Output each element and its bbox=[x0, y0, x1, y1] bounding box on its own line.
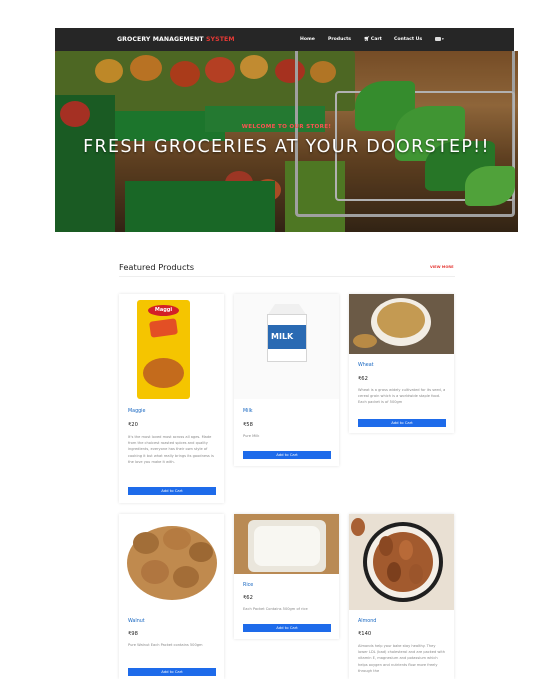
product-name[interactable]: Almond bbox=[358, 619, 376, 624]
brand-logo[interactable]: GROCERY MANAGEMENT SYSTEM bbox=[117, 28, 235, 51]
product-price: ₹62 bbox=[358, 376, 368, 382]
chevron-down-icon: ▾ bbox=[442, 37, 444, 41]
hero-banner: WELCOME TO OUR STORE! FRESH GROCERIES AT… bbox=[55, 51, 518, 232]
view-more-link[interactable]: VIEW MORE bbox=[430, 265, 454, 269]
navbar: GROCERY MANAGEMENT SYSTEM Home Products … bbox=[55, 28, 514, 51]
user-menu-dropdown[interactable]: ▾ bbox=[435, 28, 444, 51]
product-card-maggie: Maggi Maggie ₹20 It's the most loved mos… bbox=[119, 294, 224, 503]
product-card-milk: MILK Milk ₹58 Pure Milk Add to Cart bbox=[234, 294, 339, 466]
product-description: Wheat is a grass widely cultivated for i… bbox=[358, 388, 446, 405]
shopping-cart-icon: 🛒︎ bbox=[364, 37, 370, 42]
featured-products-heading: Featured Products bbox=[119, 262, 195, 272]
product-price: ₹62 bbox=[243, 595, 253, 601]
hero-title: FRESH GROCERIES AT YOUR DOORSTEP!! bbox=[83, 137, 490, 157]
add-to-cart-button[interactable]: Add to Cart bbox=[358, 419, 446, 427]
product-image-wheat bbox=[349, 294, 454, 354]
product-image-milk: MILK bbox=[234, 294, 339, 399]
product-name[interactable]: Milk bbox=[243, 409, 253, 414]
product-price: ₹98 bbox=[128, 631, 138, 637]
divider bbox=[119, 276, 455, 277]
user-card-icon bbox=[435, 36, 441, 41]
product-price: ₹20 bbox=[128, 422, 138, 428]
product-description: Pure Milk bbox=[243, 434, 260, 438]
product-name[interactable]: Rice bbox=[243, 583, 253, 588]
nav-cart-label: Cart bbox=[370, 37, 382, 42]
brand-accent-text: SYSTEM bbox=[206, 36, 235, 43]
nav-link-contact[interactable]: Contact Us bbox=[394, 28, 422, 51]
product-description: It's the most loved most across all ages… bbox=[128, 435, 214, 464]
product-card-wheat: Wheat ₹62 Wheat is a grass widely cultiv… bbox=[349, 294, 454, 433]
brand-main-text: GROCERY MANAGEMENT bbox=[117, 36, 204, 43]
nav-link-products[interactable]: Products bbox=[328, 28, 351, 51]
add-to-cart-button[interactable]: Add to Cart bbox=[243, 451, 331, 459]
product-image-rice bbox=[234, 514, 339, 574]
product-price: ₹140 bbox=[358, 631, 372, 637]
add-to-cart-button[interactable]: Add to Cart bbox=[128, 487, 216, 495]
product-card-walnut: Walnut ₹98 Pure Walnut Each Packet conta… bbox=[119, 514, 224, 679]
product-name[interactable]: Wheat bbox=[358, 363, 374, 368]
product-image-walnut bbox=[119, 514, 224, 612]
product-name[interactable]: Maggie bbox=[128, 409, 145, 414]
add-to-cart-button[interactable]: Add to Cart bbox=[128, 668, 216, 676]
product-image-maggie: Maggi bbox=[119, 294, 224, 402]
add-to-cart-button[interactable]: Add to Cart bbox=[243, 624, 331, 632]
product-image-almond bbox=[349, 514, 454, 610]
product-description: Almonds help your bake stay healthy. The… bbox=[358, 644, 446, 673]
product-card-rice: Rice ₹62 Each Packet Contains 500gm of r… bbox=[234, 514, 339, 639]
product-card-almond: Almond ₹140 Almonds help your bake stay … bbox=[349, 514, 454, 679]
nav-link-home[interactable]: Home bbox=[300, 28, 315, 51]
nav-link-cart[interactable]: 🛒︎Cart bbox=[364, 28, 382, 51]
product-name[interactable]: Walnut bbox=[128, 619, 145, 624]
product-description: Pure Walnut Each Packet contains 500gm bbox=[128, 643, 203, 647]
product-description: Each Packet Contains 500gm of rice bbox=[243, 607, 308, 611]
product-price: ₹58 bbox=[243, 422, 253, 428]
hero-subtitle: WELCOME TO OUR STORE! bbox=[241, 124, 332, 130]
